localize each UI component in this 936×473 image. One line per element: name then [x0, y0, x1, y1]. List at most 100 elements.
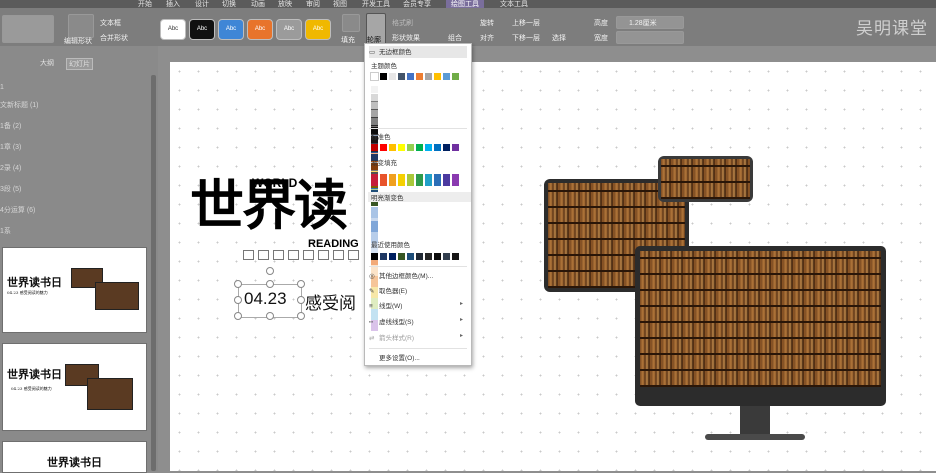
thumbnail-scrollbar[interactable] [151, 75, 156, 471]
color-swatch[interactable] [425, 73, 432, 80]
color-swatch[interactable] [416, 174, 423, 186]
color-swatch[interactable] [407, 253, 414, 260]
color-swatch[interactable] [434, 174, 441, 186]
no-outline-item[interactable]: ▭ 无边框颜色 [369, 46, 467, 58]
color-swatch[interactable] [443, 73, 450, 80]
color-swatch[interactable] [380, 253, 387, 260]
color-swatch[interactable] [425, 144, 432, 151]
fill-icon[interactable] [342, 14, 360, 32]
shape-style-swatch[interactable]: Abc [218, 19, 244, 40]
color-swatch[interactable] [398, 174, 405, 186]
shape-style-swatch[interactable]: Abc [160, 19, 186, 40]
resize-handle[interactable] [266, 312, 274, 320]
more-settings-item[interactable]: 更多设置(O)... [369, 352, 467, 364]
resize-handle[interactable] [297, 312, 305, 320]
color-swatch[interactable] [416, 253, 423, 260]
color-swatch[interactable] [371, 174, 378, 186]
tab-outline[interactable]: 大纲 [40, 58, 54, 68]
slide-thumbnail-3[interactable]: 世界读书日 [2, 441, 147, 473]
toolbar-icon[interactable] [258, 250, 269, 260]
select-button[interactable]: 选择 [552, 33, 566, 43]
color-swatch[interactable] [434, 253, 441, 260]
eyedropper-item[interactable]: ✎ 取色器(E) [369, 285, 467, 297]
send-backward-button[interactable]: 下移一层 [512, 33, 540, 43]
height-field[interactable]: 1.28厘米 [616, 16, 684, 29]
outline-item[interactable]: 3段 (5) [0, 184, 21, 194]
toolbar-icon[interactable] [303, 250, 314, 260]
color-swatch[interactable] [425, 253, 432, 260]
color-swatch[interactable] [389, 144, 396, 151]
width-field[interactable] [616, 31, 684, 44]
outline-item[interactable]: 4分运算 (6) [0, 205, 35, 215]
toolbar-icon[interactable] [288, 250, 299, 260]
color-swatch[interactable] [452, 174, 459, 186]
floating-shape-toolbar[interactable] [243, 250, 365, 262]
resize-handle[interactable] [234, 296, 242, 304]
color-swatch[interactable] [389, 174, 396, 186]
resize-handle[interactable] [234, 280, 242, 288]
color-swatch[interactable] [398, 73, 405, 80]
bring-forward-button[interactable]: 上移一层 [512, 18, 540, 28]
color-swatch[interactable] [407, 144, 414, 151]
shape-style-swatch[interactable]: Abc [276, 19, 302, 40]
toolbar-icon[interactable] [318, 250, 329, 260]
tab-slides[interactable]: 幻灯片 [66, 58, 93, 70]
toolbar-icon[interactable] [243, 250, 254, 260]
format-brush-button[interactable]: 格式刷 [392, 18, 413, 28]
resize-handle[interactable] [297, 280, 305, 288]
merge-shape-button[interactable]: 合并形状 [100, 33, 128, 43]
color-swatch[interactable] [452, 73, 459, 80]
subtitle-text[interactable]: 感受阅 [305, 289, 356, 314]
color-swatch[interactable] [380, 73, 387, 80]
color-swatch[interactable] [371, 86, 378, 93]
color-swatch[interactable] [407, 174, 414, 186]
group-button[interactable]: 组合 [448, 33, 462, 43]
shape-effects-button[interactable]: 形状效果 [392, 33, 420, 43]
edit-shape-icon[interactable] [68, 14, 94, 38]
color-swatch[interactable] [416, 73, 423, 80]
color-swatch[interactable] [380, 174, 387, 186]
color-swatch[interactable] [371, 207, 378, 218]
rotate-button[interactable]: 旋转 [480, 18, 494, 28]
resize-handle[interactable] [266, 280, 274, 288]
color-swatch[interactable] [452, 144, 459, 151]
resize-handle[interactable] [234, 312, 242, 320]
color-swatch[interactable] [425, 174, 432, 186]
shape-gallery[interactable] [2, 15, 54, 43]
color-swatch[interactable] [434, 73, 441, 80]
color-swatch[interactable] [443, 253, 450, 260]
toolbar-icon[interactable] [333, 250, 344, 260]
outline-item[interactable]: 1备 (2) [0, 121, 21, 131]
color-swatch[interactable] [407, 73, 414, 80]
color-swatch[interactable] [398, 253, 405, 260]
shape-style-swatch[interactable]: Abc [305, 19, 331, 40]
color-swatch[interactable] [416, 144, 423, 151]
color-swatch[interactable] [398, 144, 405, 151]
other-colors-item[interactable]: ◎ 其他边框颜色(M)... [369, 270, 467, 282]
arrow-style-item[interactable]: ⇄ 箭头样式(R) ▸ [369, 332, 467, 344]
color-swatch[interactable] [389, 73, 396, 80]
toolbar-icon[interactable] [273, 250, 284, 260]
color-swatch[interactable] [370, 72, 379, 81]
outline-item[interactable]: 1系 [0, 226, 11, 236]
toolbar-icon[interactable] [348, 250, 359, 260]
shape-style-swatch[interactable]: Abc [247, 19, 273, 40]
edit-shape-label[interactable]: 编辑形状 [64, 36, 92, 46]
rotate-handle-icon[interactable] [266, 267, 274, 275]
slide-thumbnail-2[interactable]: 世界读书日 04.23 感受阅读的魅力 [2, 343, 147, 431]
line-weight-item[interactable]: ≡ 线型(W) ▸ [369, 300, 467, 312]
outline-item[interactable]: 2录 (4) [0, 163, 21, 173]
align-button[interactable]: 对齐 [480, 33, 494, 43]
outline-item[interactable]: 文新标题 (1) [0, 100, 39, 110]
color-swatch[interactable] [371, 110, 378, 117]
outline-item[interactable]: 1章 (3) [0, 142, 21, 152]
shape-style-swatch[interactable]: Abc [189, 19, 215, 40]
color-swatch[interactable] [380, 144, 387, 151]
resize-handle[interactable] [297, 296, 305, 304]
color-swatch[interactable] [371, 253, 378, 260]
color-swatch[interactable] [371, 94, 378, 101]
color-swatch[interactable] [371, 118, 378, 125]
date-text[interactable]: 04.23 [244, 289, 287, 309]
dash-type-item[interactable]: ┅ 虚线线型(S) ▸ [369, 316, 467, 328]
color-swatch[interactable] [443, 174, 450, 186]
